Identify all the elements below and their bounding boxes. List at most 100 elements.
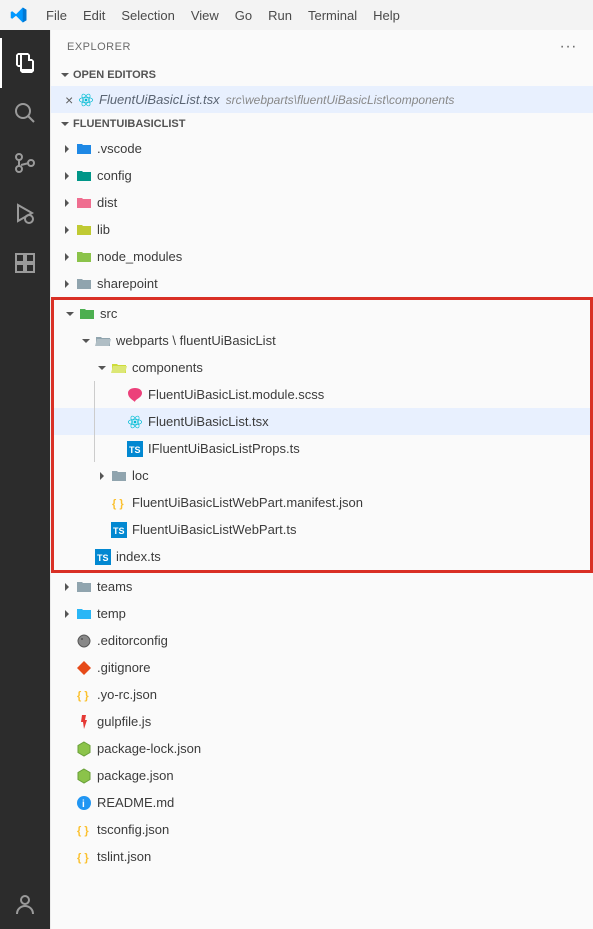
svg-text:TS: TS (97, 553, 109, 563)
tree-item-label: dist (97, 195, 117, 210)
folder-dist[interactable]: dist (51, 189, 593, 216)
folder-loc[interactable]: loc (54, 462, 590, 489)
menu-file[interactable]: File (38, 4, 75, 27)
tree-item-label: src (100, 306, 117, 321)
open-editor-item[interactable]: × FluentUiBasicList.tsx src\webparts\flu… (51, 86, 593, 113)
file-scss[interactable]: FluentUiBasicList.module.scss (54, 381, 590, 408)
vscode-logo-icon (10, 6, 28, 24)
folder-temp-icon (75, 605, 93, 623)
tree-item-label: .editorconfig (97, 633, 168, 648)
tree-item-label: temp (97, 606, 126, 621)
folder-src[interactable]: src (54, 300, 590, 327)
svg-text:{ }: { } (77, 690, 89, 702)
folder-node-modules[interactable]: node_modules (51, 243, 593, 270)
folder-vscode-icon (75, 140, 93, 158)
folder-components[interactable]: components (54, 354, 590, 381)
typescript-icon: TS (110, 521, 128, 539)
info-icon: i (75, 794, 93, 812)
chevron-right-icon (59, 276, 75, 292)
nodejs-icon (75, 740, 93, 758)
tree-item-label: package.json (97, 768, 174, 783)
folder-lib[interactable]: lib (51, 216, 593, 243)
chevron-right-icon (59, 141, 75, 157)
file-gulpfile[interactable]: gulpfile.js (51, 708, 593, 735)
chevron-down-icon (94, 360, 110, 376)
svg-text:TS: TS (113, 526, 125, 536)
menu-go[interactable]: Go (227, 4, 260, 27)
tree-item-label: gulpfile.js (97, 714, 151, 729)
sass-icon (126, 386, 144, 404)
file-props-ts[interactable]: TSIFluentUiBasicListProps.ts (54, 435, 590, 462)
file-tsconfig[interactable]: { }tsconfig.json (51, 816, 593, 843)
project-label: FLUENTUIBASICLIST (73, 118, 185, 130)
chevron-right-icon (59, 579, 75, 595)
file-package-json[interactable]: package.json (51, 762, 593, 789)
file-webpart-ts[interactable]: TS FluentUiBasicListWebPart.ts (54, 516, 590, 543)
folder-webparts[interactable]: webparts \ fluentUiBasicList (54, 327, 590, 354)
menu-terminal[interactable]: Terminal (300, 4, 365, 27)
file-gitignore[interactable]: .gitignore (51, 654, 593, 681)
activity-accounts[interactable] (0, 879, 50, 929)
activity-extensions[interactable] (0, 238, 50, 288)
activity-explorer[interactable] (0, 38, 50, 88)
activity-source-control[interactable] (0, 138, 50, 188)
tree-item-label: node_modules (97, 249, 182, 264)
json-icon: { } (110, 494, 128, 512)
open-editors-label: OPEN EDITORS (73, 69, 156, 81)
explorer-more-actions[interactable]: ··· (560, 38, 577, 56)
tree-item-label: .gitignore (97, 660, 150, 675)
editorconfig-icon (75, 632, 93, 650)
folder-config[interactable]: config (51, 162, 593, 189)
json-icon: { } (75, 686, 93, 704)
tree-item-label: FluentUiBasicListWebPart.manifest.json (132, 495, 363, 510)
folder-teams[interactable]: teams (51, 573, 593, 600)
folder-open-icon (94, 332, 112, 350)
folder-icon (110, 467, 128, 485)
chevron-right-icon (59, 168, 75, 184)
menu-edit[interactable]: Edit (75, 4, 113, 27)
tree-item-label: FluentUiBasicListWebPart.ts (132, 522, 297, 537)
git-icon (75, 659, 93, 677)
open-editors-header[interactable]: OPEN EDITORS (51, 64, 593, 86)
folder-lib-icon (75, 221, 93, 239)
menu-bar: File Edit Selection View Go Run Terminal… (0, 0, 593, 30)
file-yo-rc[interactable]: { }.yo-rc.json (51, 681, 593, 708)
tree-item-label: teams (97, 579, 132, 594)
react-icon (126, 413, 144, 431)
file-tsx[interactable]: FluentUiBasicList.tsx (54, 408, 590, 435)
file-index-ts[interactable]: TSindex.ts (54, 543, 590, 570)
svg-text:i: i (82, 799, 85, 810)
menu-selection[interactable]: Selection (113, 4, 182, 27)
file-readme[interactable]: i README.md (51, 789, 593, 816)
activity-run-debug[interactable] (0, 188, 50, 238)
json-icon: { } (75, 821, 93, 839)
folder-config-icon (75, 167, 93, 185)
gulp-icon (75, 713, 93, 731)
chevron-down-icon (57, 116, 73, 132)
menu-help[interactable]: Help (365, 4, 408, 27)
tree-item-label: sharepoint (97, 276, 158, 291)
close-editor-icon[interactable]: × (61, 92, 77, 108)
tree-item-label: tslint.json (97, 849, 151, 864)
folder-sharepoint[interactable]: sharepoint (51, 270, 593, 297)
tree-item-label: README.md (97, 795, 174, 810)
svg-text:TS: TS (129, 445, 141, 455)
menu-view[interactable]: View (183, 4, 227, 27)
chevron-right-icon (59, 195, 75, 211)
file-tslint[interactable]: { } tslint.json (51, 843, 593, 870)
folder-temp[interactable]: temp (51, 600, 593, 627)
folder-icon (75, 275, 93, 293)
chevron-down-icon (62, 306, 78, 322)
activity-search[interactable] (0, 88, 50, 138)
explorer-title: EXPLORER (67, 41, 131, 53)
file-manifest-json[interactable]: { } FluentUiBasicListWebPart.manifest.jso… (54, 489, 590, 516)
react-icon (77, 91, 95, 109)
json-icon: { } (75, 848, 93, 866)
menu-run[interactable]: Run (260, 4, 300, 27)
folder-vscode[interactable]: .vscode (51, 135, 593, 162)
project-header[interactable]: FLUENTUIBASICLIST (51, 113, 593, 135)
chevron-right-icon (59, 249, 75, 265)
svg-text:{ }: { } (77, 825, 89, 837)
file-editorconfig[interactable]: .editorconfig (51, 627, 593, 654)
file-package-lock[interactable]: package-lock.json (51, 735, 593, 762)
